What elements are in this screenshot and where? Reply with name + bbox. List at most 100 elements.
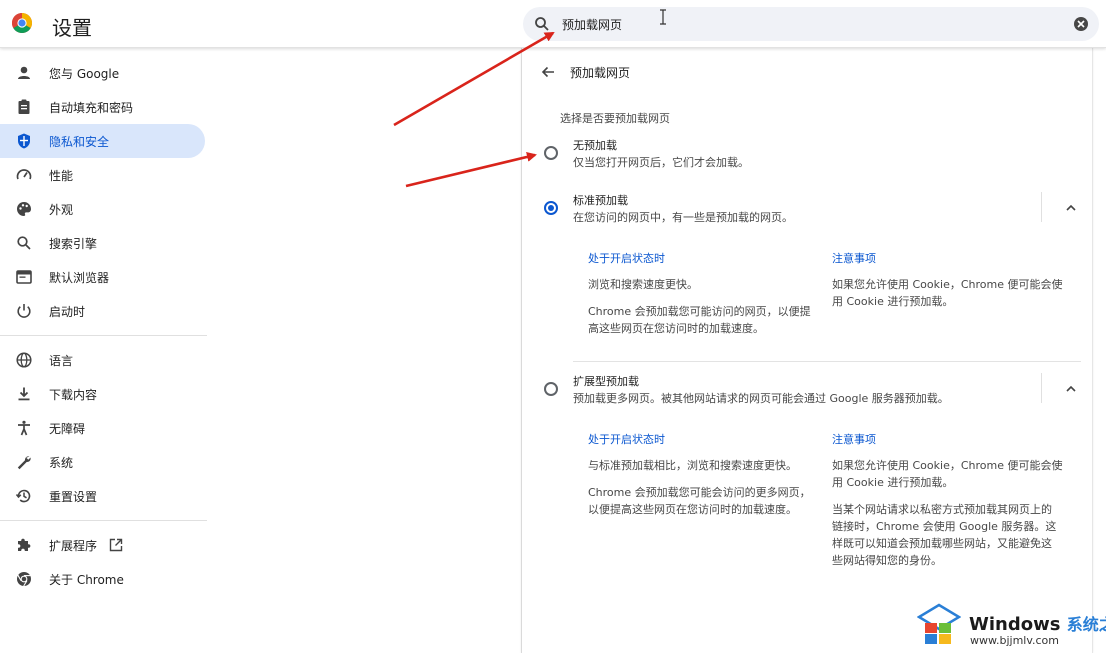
divider [1041,192,1042,222]
clipboard-icon [18,99,30,114]
option-description: 在您访问的网页中，有一些是预加载的网页。 [573,211,793,224]
clear-search-icon[interactable] [1073,16,1089,32]
divider [1041,373,1042,403]
sidebar-item-label: 系统 [49,455,74,470]
sidebar-item-system[interactable]: 系统 [0,445,205,479]
sidebar-item-extensions[interactable]: 扩展程序 [0,528,205,562]
chevron-up-icon[interactable] [1064,382,1078,396]
sidebar-item-label: 自动填充和密码 [49,100,134,115]
windows-logo-icon [917,603,961,644]
settings-header: 设置 预加载网页 [0,0,1106,48]
considerations-text: 样既可以知道会预加载哪些网站，又能避免这 [832,537,1052,550]
page-title: 设置 [52,16,92,40]
sidebar-item-appearance[interactable]: 外观 [0,192,205,226]
when-on-text: 高这些网页在您访问时的加载速度。 [588,322,764,335]
sidebar-divider [0,520,207,521]
when-on-heading: 处于开启状态时 [588,433,665,446]
sidebar-item-label: 关于 Chrome [49,572,124,587]
when-on-text: 与标准预加载相比，浏览和搜索速度更快。 [588,459,797,472]
sidebar-item-label: 下载内容 [49,387,98,402]
search-icon [535,17,549,31]
accessibility-icon [18,420,30,436]
when-on-text: 浏览和搜索速度更快。 [588,278,698,291]
sidebar-item-you-and-google[interactable]: 您与 Google [0,56,205,90]
considerations-text: 当某个网站请求以私密方式预加载其网页上的 [832,503,1052,516]
text-cursor-icon [660,9,666,25]
annotation-arrow-radio [405,152,537,188]
watermark-brand-cn: 系统之家 [1066,615,1106,634]
sidebar-item-label: 启动时 [49,304,86,319]
sidebar-item-languages[interactable]: 语言 [0,343,205,377]
back-arrow-icon[interactable] [540,64,556,80]
sidebar-item-default-browser[interactable]: 默认浏览器 [0,260,205,294]
option-title: 扩展型预加载 [573,375,639,388]
sidebar-item-label: 无障碍 [49,421,86,436]
considerations-heading: 注意事项 [832,252,876,265]
when-on-text: Chrome 会预加载您可能访问的网页，以便提 [588,305,811,318]
considerations-text: 如果您允许使用 Cookie，Chrome 便可能会使 [832,278,1063,291]
considerations-text: 用 Cookie 进行预加载。 [832,476,954,489]
option-title: 无预加载 [573,139,617,152]
when-on-heading: 处于开启状态时 [588,252,665,265]
sidebar-item-label: 搜索引擎 [49,236,98,251]
watermark-brand-en: Windows [969,614,1061,635]
sidebar-item-label: 您与 Google [49,66,120,81]
when-on-text: Chrome 会预加载您可能会访问的更多网页， [588,486,811,499]
sidebar-item-privacy[interactable]: 隐私和安全 [0,124,205,158]
sidebar-item-autofill[interactable]: 自动填充和密码 [0,90,205,124]
when-on-text: 以便提高这些网页在您访问时的加载速度。 [588,503,797,516]
sidebar-item-reset-settings[interactable]: 重置设置 [0,479,205,513]
considerations-text: 些网站得知您的身份。 [832,554,942,567]
sidebar-item-label: 默认浏览器 [49,270,110,285]
sidebar-item-performance[interactable]: 性能 [0,158,205,192]
radio-extended-preload[interactable] [544,382,558,396]
option-description: 预加载更多网页。被其他网站请求的网页可能会通过 Google 服务器预加载。 [573,392,949,405]
settings-search-bar[interactable]: 预加载网页 [523,7,1099,41]
considerations-text: 用 Cookie 进行预加载。 [832,295,954,308]
search-input[interactable]: 预加载网页 [562,16,622,33]
sidebar-item-search-engine[interactable]: 搜索引擎 [0,226,205,260]
chevron-up-icon[interactable] [1064,201,1078,215]
chrome-logo-icon [12,13,32,33]
chrome-icon [17,572,31,587]
sidebar-item-label: 外观 [49,202,74,217]
considerations-text: 如果您允许使用 Cookie，Chrome 便可能会使 [832,459,1063,472]
radio-standard-preload[interactable] [544,201,558,215]
palette-icon [17,202,31,216]
watermark: Windows 系统之家 www.bjjmlv.com [917,603,1106,653]
watermark-brand: Windows 系统之家 [969,611,1106,635]
considerations-heading: 注意事项 [832,433,876,446]
option-description: 仅当您打开网页后，它们才会加载。 [573,156,749,169]
option-title: 标准预加载 [573,194,628,207]
sidebar-item-on-startup[interactable]: 启动时 [0,294,205,328]
sidebar-divider [0,335,207,336]
sidebar-item-label: 扩展程序 [49,538,98,553]
sidebar-item-label: 隐私和安全 [49,134,110,149]
external-link-icon [109,538,123,552]
speedometer-icon [16,169,32,180]
sidebar-item-label: 重置设置 [49,489,98,504]
divider [573,361,1081,362]
sidebar-item-label: 语言 [49,353,74,368]
puzzle-icon [18,538,31,551]
search-icon [17,236,31,250]
settings-sidebar: 您与 Google 自动填充和密码 隐私和安全 性能 外观 搜索引擎 默认浏览器… [0,56,210,596]
considerations-text: 链接时，Chrome 会使用 Google 服务器。这 [832,520,1057,533]
radio-no-preload[interactable] [544,146,558,160]
watermark-url: www.bjjmlv.com [970,634,1059,647]
download-icon [18,387,30,401]
subpage-title: 预加载网页 [570,66,631,80]
preload-settings-panel: 预加载网页 选择是否要预加载网页 无预加载 仅当您打开网页后，它们才会加载。 标… [521,48,1093,653]
person-icon [18,66,30,79]
globe-icon [16,352,32,368]
sidebar-item-label: 性能 [49,168,74,183]
power-icon [17,304,31,318]
section-label: 选择是否要预加载网页 [560,112,670,125]
sidebar-item-downloads[interactable]: 下载内容 [0,377,205,411]
wrench-icon [17,456,31,470]
history-icon [15,489,31,503]
shield-icon [18,133,30,149]
sidebar-item-accessibility[interactable]: 无障碍 [0,411,205,445]
browser-icon [16,270,32,284]
sidebar-item-about-chrome[interactable]: 关于 Chrome [0,562,205,596]
